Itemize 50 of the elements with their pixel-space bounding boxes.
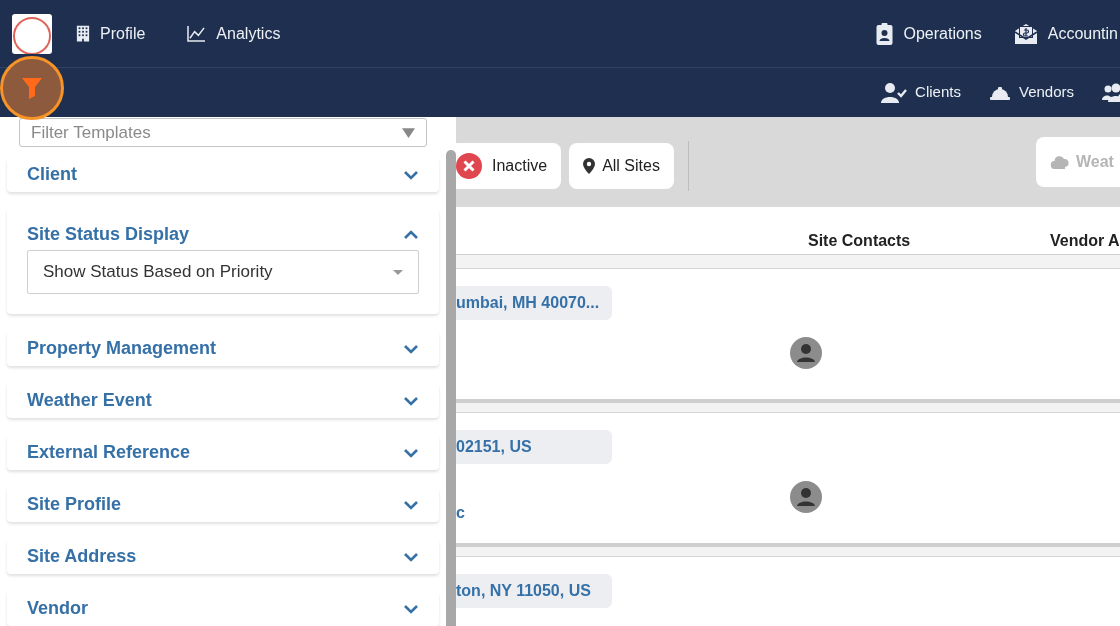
nav-link[interactable] xyxy=(1102,82,1120,103)
section-header[interactable]: Property Management xyxy=(27,335,419,362)
chevron-up-icon xyxy=(403,229,419,240)
section-header[interactable]: Vendor xyxy=(27,595,419,622)
dropdown-caret-icon xyxy=(393,269,403,275)
section-header[interactable]: External Reference xyxy=(27,439,419,466)
nav-link[interactable]: Vendors xyxy=(988,81,1074,104)
section-header[interactable]: Site Address xyxy=(27,543,419,570)
chevron-down-icon xyxy=(403,447,419,458)
table-cell-text: c xyxy=(456,503,465,523)
cloud-icon xyxy=(1050,155,1070,169)
chevron-down-icon xyxy=(403,551,419,562)
id-badge-icon xyxy=(876,22,894,45)
map-pin-icon xyxy=(583,158,596,174)
scrollbar[interactable] xyxy=(446,150,456,626)
filter-icon xyxy=(22,76,42,100)
column-header[interactable]: Vendor A xyxy=(1050,229,1120,253)
column-header[interactable]: Site Contacts xyxy=(808,229,911,253)
nav-link[interactable]: Analytics xyxy=(187,21,281,46)
user-check-icon xyxy=(881,82,908,103)
money-envelope-icon xyxy=(1013,22,1038,45)
users-gear-icon xyxy=(1102,82,1120,103)
chevron-down-icon xyxy=(403,603,419,614)
dropdown-caret-icon xyxy=(402,127,415,138)
chevron-down-icon xyxy=(403,395,419,406)
chevron-down-icon xyxy=(403,343,419,354)
section-header[interactable]: Site Status Display xyxy=(27,221,419,248)
filter-chip[interactable]: Inactive xyxy=(456,143,562,189)
avatar-icon xyxy=(790,481,822,513)
nav-link[interactable]: Operations xyxy=(876,21,982,46)
address-chip[interactable]: ton, NY 11050, US xyxy=(456,574,612,608)
status-select[interactable]: Show Status Based on Priority xyxy=(27,250,419,294)
avatar-icon xyxy=(790,337,822,369)
address-chip[interactable]: umbai, MH 40070... xyxy=(456,286,612,320)
nav-link[interactable]: Clients xyxy=(881,81,961,104)
close-circle-icon xyxy=(456,153,482,179)
chevron-down-icon xyxy=(403,499,419,510)
section-header[interactable]: Weather Event xyxy=(27,387,419,414)
filter-chip[interactable]: All Sites xyxy=(569,143,674,189)
building-icon xyxy=(76,25,90,42)
section-header[interactable]: Site Profile xyxy=(27,491,419,518)
template-select[interactable]: Filter Templates xyxy=(19,118,427,147)
nav-link[interactable]: Accountin xyxy=(1013,21,1118,46)
section-header[interactable]: Client xyxy=(27,161,419,188)
company-logo[interactable] xyxy=(12,13,52,54)
address-chip[interactable]: 02151, US xyxy=(456,430,612,464)
line-chart-icon xyxy=(187,25,207,42)
nav-link[interactable]: Profile xyxy=(76,21,146,46)
hard-hat-icon xyxy=(988,84,1011,101)
chevron-down-icon xyxy=(403,169,419,180)
